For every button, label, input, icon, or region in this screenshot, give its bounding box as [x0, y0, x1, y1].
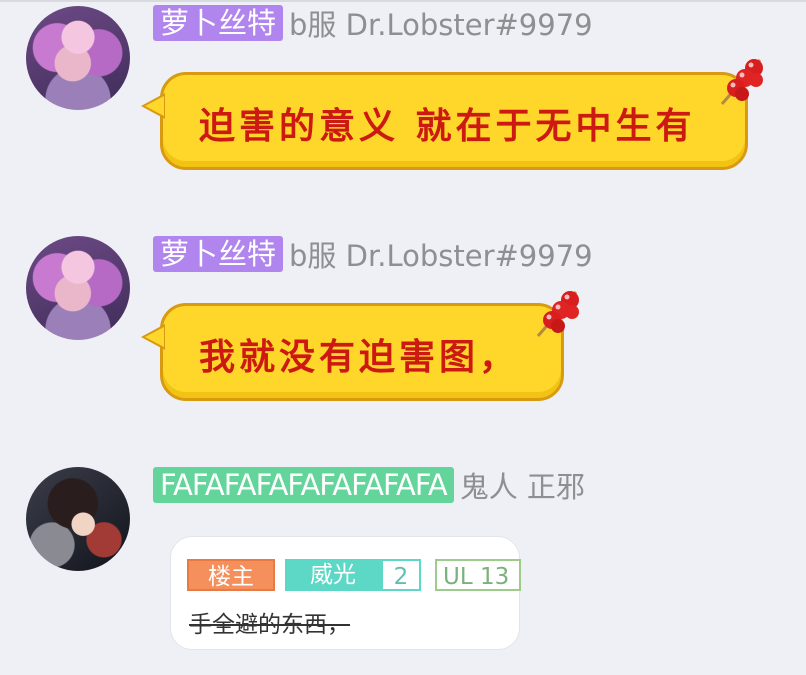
title-badge: 萝卜丝特: [153, 236, 284, 272]
message-bubble[interactable]: 迫害的意义 就在于无中生有: [141, 72, 748, 170]
sender-row: 萝卜丝特 b服 Dr.Lobster#9979: [153, 4, 593, 42]
ul-level-tag: UL 13: [435, 559, 521, 591]
level-tag: 2: [381, 559, 421, 591]
candied-haws-icon: [536, 291, 579, 337]
avatar[interactable]: [26, 6, 130, 110]
bubble-tail: [141, 93, 165, 119]
message-bubble[interactable]: 我就没有迫害图，: [141, 303, 564, 401]
host-tag: 楼主: [187, 559, 275, 591]
sender-nickname[interactable]: b服 Dr.Lobster#9979: [289, 2, 593, 44]
sender-row: FAFAFAFAFAFAFAFAFA 鬼人 正邪: [153, 466, 585, 504]
title-tag: 威光: [285, 559, 381, 591]
sender-nickname[interactable]: b服 Dr.Lobster#9979: [289, 233, 593, 275]
message-text: 迫害的意义 就在于无中生有: [199, 105, 696, 147]
quoted-text: 手全避的东西，: [189, 612, 350, 638]
title-badge: 萝卜丝特: [153, 5, 284, 41]
sender-row: 萝卜丝特 b服 Dr.Lobster#9979: [153, 235, 593, 273]
quoted-post-card[interactable]: 楼主 威光 2 UL 13 手全避的东西，: [170, 536, 521, 650]
title-badge: FAFAFAFAFAFAFAFAFA: [153, 467, 454, 503]
avatar[interactable]: [26, 236, 130, 340]
bubble-tail: [141, 324, 165, 350]
message-text: 我就没有迫害图，: [199, 336, 520, 378]
avatar[interactable]: [26, 467, 130, 571]
sender-nickname[interactable]: 鬼人 正邪: [460, 464, 585, 506]
candied-haws-icon: [720, 59, 763, 105]
